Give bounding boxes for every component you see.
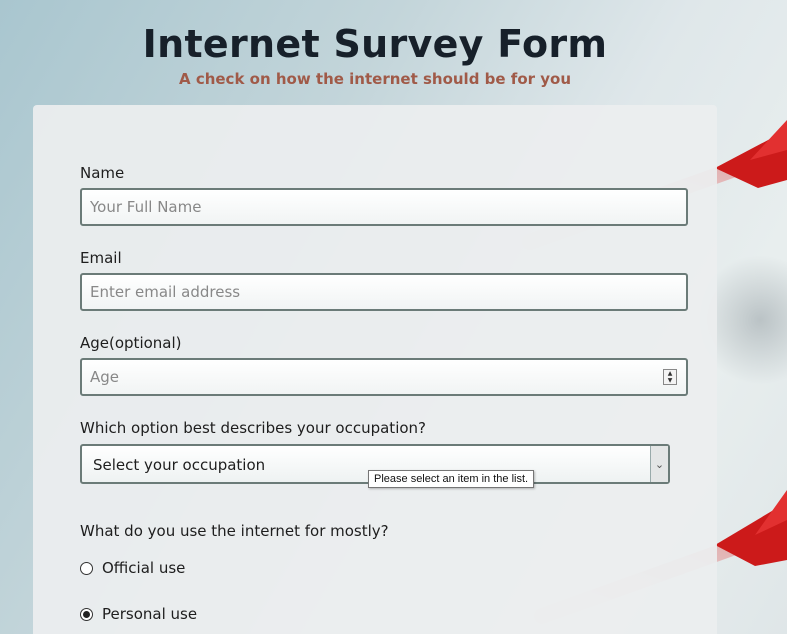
radio-label: Personal use [102,605,198,623]
page-subtitle: A check on how the internet should be fo… [178,70,572,88]
stepper-down-icon[interactable]: ▼ [668,377,673,384]
validation-tooltip: Please select an item in the list. [368,470,535,488]
name-input[interactable] [80,188,688,226]
occupation-label: Which option best describes your occupat… [80,419,427,437]
chevron-down-icon[interactable]: ⌄ [650,446,668,482]
page-header: Internet Survey Form A check on how the … [0,22,750,88]
usage-label: What do you use the internet for mostly? [80,522,389,540]
survey-form: Name Email Age(optional) ▲ ▼ Which optio… [33,105,717,634]
email-label: Email [80,249,122,267]
occupation-selected-value: Select your occupation [93,456,266,474]
radio-personal-use[interactable]: Personal use [80,605,197,623]
page-title: Internet Survey Form [142,22,608,66]
radio-button-checked[interactable] [80,607,93,621]
radio-official-use[interactable]: Official use [80,559,185,577]
radio-button[interactable] [80,561,93,575]
stepper-up-icon[interactable]: ▲ [668,370,673,377]
number-stepper[interactable]: ▲ ▼ [663,369,677,385]
email-input[interactable] [80,273,688,311]
name-label: Name [80,164,125,182]
radio-label: Official use [102,559,186,577]
age-input[interactable] [80,358,688,396]
age-label: Age(optional) [80,334,182,352]
